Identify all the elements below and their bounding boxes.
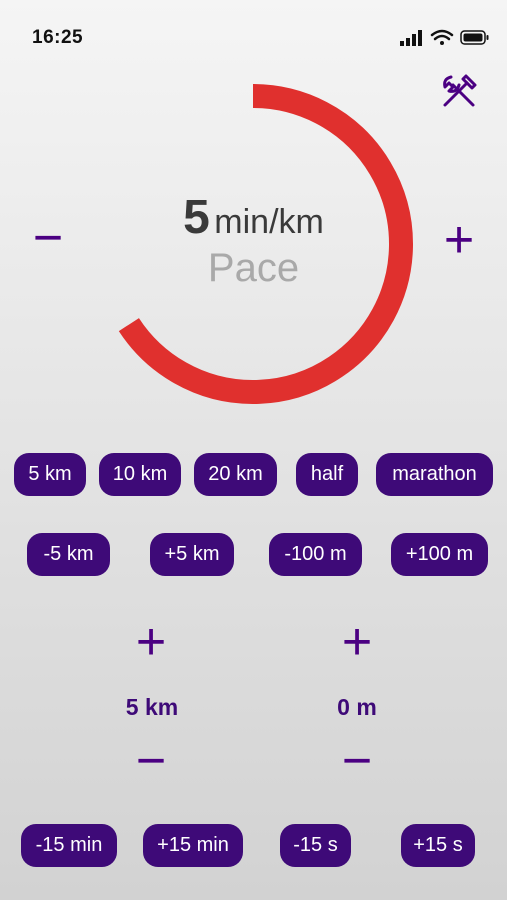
preset-half-button[interactable]: half	[296, 453, 358, 496]
pace-unit: min/km	[214, 203, 324, 241]
km-decrease-button[interactable]: −	[121, 735, 181, 787]
distance-km-value: 5 km	[125, 694, 179, 720]
preset-marathon-button[interactable]: marathon	[376, 453, 493, 496]
distance-plus-100m-button[interactable]: +100 m	[391, 533, 488, 576]
preset-10km-button[interactable]: 10 km	[99, 453, 181, 496]
pace-decrease-button[interactable]: −	[23, 212, 73, 264]
m-decrease-button[interactable]: −	[327, 735, 387, 787]
km-increase-button[interactable]: +	[121, 616, 181, 668]
preset-5km-button[interactable]: 5 km	[14, 453, 86, 496]
pace-label: Pace	[207, 246, 300, 290]
distance-minus-5km-button[interactable]: -5 km	[27, 533, 110, 576]
distance-minus-100m-button[interactable]: -100 m	[269, 533, 362, 576]
preset-20km-button[interactable]: 20 km	[194, 453, 277, 496]
time-minus-15s-button[interactable]: -15 s	[280, 824, 351, 867]
time-plus-15s-button[interactable]: +15 s	[401, 824, 475, 867]
pace-display: 5 min/km	[100, 190, 407, 245]
pace-value: 5	[183, 191, 210, 244]
time-minus-15min-button[interactable]: -15 min	[21, 824, 117, 867]
time-plus-15min-button[interactable]: +15 min	[143, 824, 243, 867]
pace-increase-button[interactable]: +	[434, 214, 484, 266]
m-increase-button[interactable]: +	[327, 616, 387, 668]
distance-plus-5km-button[interactable]: +5 km	[150, 533, 234, 576]
distance-m-value: 0 m	[337, 694, 377, 720]
